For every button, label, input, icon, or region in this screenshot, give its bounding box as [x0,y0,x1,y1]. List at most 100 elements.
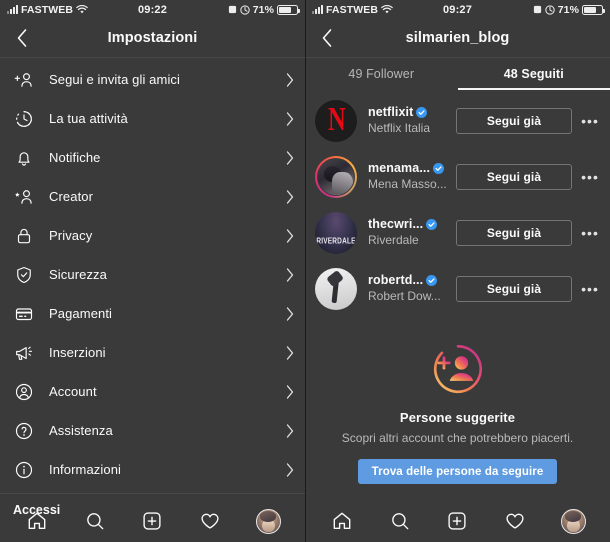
avatar[interactable] [315,268,357,310]
list-item[interactable]: menama... Mena Masso... Segui già ••• [305,149,610,205]
tab-create[interactable] [440,504,474,538]
status-bar-right-group: 71% [472,3,606,16]
profile-navbar: silmarien_blog [305,19,610,57]
tab-home[interactable] [325,504,359,538]
tab-activity[interactable] [193,504,227,538]
sidebar-item-label: Assistenza [49,423,113,438]
avatar[interactable]: N [315,100,357,142]
profile-tabs: 49 Follower 48 Seguiti [305,58,610,90]
avatar-icon [255,508,281,534]
orientation-lock-icon [228,5,236,14]
avatar-icon [560,508,586,534]
username-label: menama... [368,161,431,175]
tab-seguiti[interactable]: 48 Seguiti [457,58,610,90]
tab-seguiti-label: 48 Seguiti [503,67,564,81]
sidebar-item-pagamenti[interactable]: Pagamenti [0,294,305,333]
sidebar-item-notifiche[interactable]: Notifiche [0,138,305,177]
status-bar-left: FASTWEB 09:22 71% [0,0,305,19]
chevron-right-icon [286,150,294,165]
bottom-tabbar-left [0,500,305,542]
follow-state-button[interactable]: Segui già [456,276,572,302]
status-bar-right: FASTWEB 09:27 71% [305,0,610,19]
follow-state-button[interactable]: Segui già [456,220,572,246]
username-row: thecwri... [368,217,456,231]
status-bar-left-group: FASTWEB [312,4,443,16]
sidebar-item-label: Sicurezza [49,267,107,282]
tab-follower[interactable]: 49 Follower [305,58,458,90]
back-button[interactable] [315,26,339,50]
sidebar-item-informazioni[interactable]: Informazioni [0,450,305,489]
tab-profile[interactable] [251,504,285,538]
signal-bars-icon [312,5,323,14]
heart-icon [201,513,219,529]
user-info: thecwri... Riverdale [368,217,456,249]
fullname-label: Robert Dow... [368,289,441,303]
verified-badge-icon [426,274,438,286]
battery-percent-label: 71% [557,3,580,16]
username-label: netflixit [368,105,414,119]
sidebar-item-creator[interactable]: Creator [0,177,305,216]
username-label: robertd... [368,273,424,287]
following-user-list: N netflixit Netflix Italia Segui già •••… [305,90,610,317]
tab-home[interactable] [20,504,54,538]
avatar-image-netflix: N [315,100,357,142]
sidebar-item-sicurezza[interactable]: Sicurezza [0,255,305,294]
avatar-image-mena [317,158,355,196]
list-item[interactable]: robertd... Robert Dow... Segui già ••• [305,261,610,317]
wifi-icon [381,4,393,13]
sidebar-item-account[interactable]: Account [0,372,305,411]
signal-bars-icon [7,5,18,14]
tab-search[interactable] [78,504,112,538]
settings-navbar: Impostazioni [0,19,305,57]
status-bar-right-group: 71% [167,4,301,16]
chevron-right-icon [286,306,294,321]
avatar[interactable]: RIVERDALE [315,212,357,254]
list-item[interactable]: RIVERDALE thecwri... Riverdale Segui già… [305,205,610,261]
more-options-icon[interactable]: ••• [577,220,603,246]
sidebar-item-inserzioni[interactable]: Inserzioni [0,333,305,372]
suggested-title: Persone suggerite [399,410,516,425]
back-button[interactable] [10,26,34,50]
tab-search[interactable] [383,504,417,538]
megaphone-icon [12,341,36,365]
sidebar-item-label: Account [49,384,97,399]
home-icon [333,512,351,530]
more-options-icon[interactable]: ••• [577,276,603,302]
bottom-tabbar-right [305,500,610,542]
username-row: menama... [368,161,456,175]
clock-activity-icon [12,107,36,131]
sidebar-item-label: La tua attività [49,111,128,126]
wifi-icon [76,4,88,13]
sidebar-item-label: Privacy [49,228,93,243]
verified-badge-icon [433,162,445,174]
sidebar-item-la-tua-attivita[interactable]: La tua attività [0,99,305,138]
avatar-with-story-ring[interactable] [315,156,357,198]
fullname-label: Riverdale [368,233,419,247]
tab-profile[interactable] [556,504,590,538]
chevron-left-icon [322,29,332,47]
sidebar-item-privacy[interactable]: Privacy [0,216,305,255]
battery-icon [582,4,606,15]
credit-card-icon [12,302,36,326]
list-item[interactable]: N netflixit Netflix Italia Segui già ••• [305,93,610,149]
creator-star-person-icon [12,185,36,209]
sidebar-item-assistenza[interactable]: Assistenza [0,411,305,450]
username-row: netflixit [368,105,456,119]
tab-create[interactable] [135,504,169,538]
more-options-icon[interactable]: ••• [577,108,603,134]
search-icon [391,513,409,530]
chevron-right-icon [286,345,294,360]
chevron-right-icon [286,111,294,126]
location-arrow-icon [545,4,555,15]
follow-state-button[interactable]: Segui già [456,108,572,134]
follow-state-button[interactable]: Segui già [456,164,572,190]
tab-activity[interactable] [498,504,532,538]
settings-screen: FASTWEB 09:22 71% Impostazioni Segui e i… [0,0,305,542]
sidebar-item-segui-invita-amici[interactable]: Segui e invita gli amici [0,60,305,99]
more-options-icon[interactable]: ••• [577,164,603,190]
chevron-right-icon [286,423,294,438]
instagram-dual-screenshot: FASTWEB 09:22 71% Impostazioni Segui e i… [0,0,610,542]
chevron-right-icon [286,462,294,477]
find-people-button[interactable]: Trova delle persone da seguire [357,459,558,484]
clock-label: 09:22 [137,3,168,16]
